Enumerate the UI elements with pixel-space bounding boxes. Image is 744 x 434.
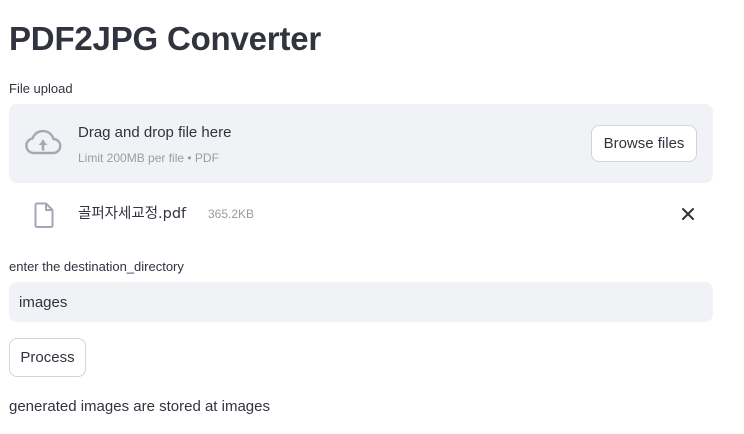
- cloud-upload-icon: [25, 129, 62, 155]
- close-icon[interactable]: [681, 207, 695, 221]
- file-icon: [34, 202, 54, 228]
- file-dropzone[interactable]: Drag and drop file here Limit 200MB per …: [9, 104, 713, 183]
- uploaded-file-size: 365.2KB: [208, 207, 255, 221]
- process-button[interactable]: Process: [9, 338, 86, 377]
- destination-directory-label: enter the destination_directory: [9, 259, 184, 274]
- uploaded-file-row: 골퍼자세교정.pdf 365.2KB: [9, 196, 713, 232]
- page-title: PDF2JPG Converter: [9, 20, 322, 57]
- browse-files-button[interactable]: Browse files: [591, 125, 697, 162]
- file-upload-label: File upload: [9, 81, 73, 96]
- dropzone-limit-text: Limit 200MB per file • PDF: [78, 151, 219, 165]
- uploaded-file-name: 골퍼자세교정.pdf: [78, 206, 187, 222]
- status-message: generated images are stored at images: [9, 398, 270, 415]
- dropzone-instruction: Drag and drop file here: [78, 124, 232, 141]
- destination-directory-input[interactable]: [9, 282, 713, 322]
